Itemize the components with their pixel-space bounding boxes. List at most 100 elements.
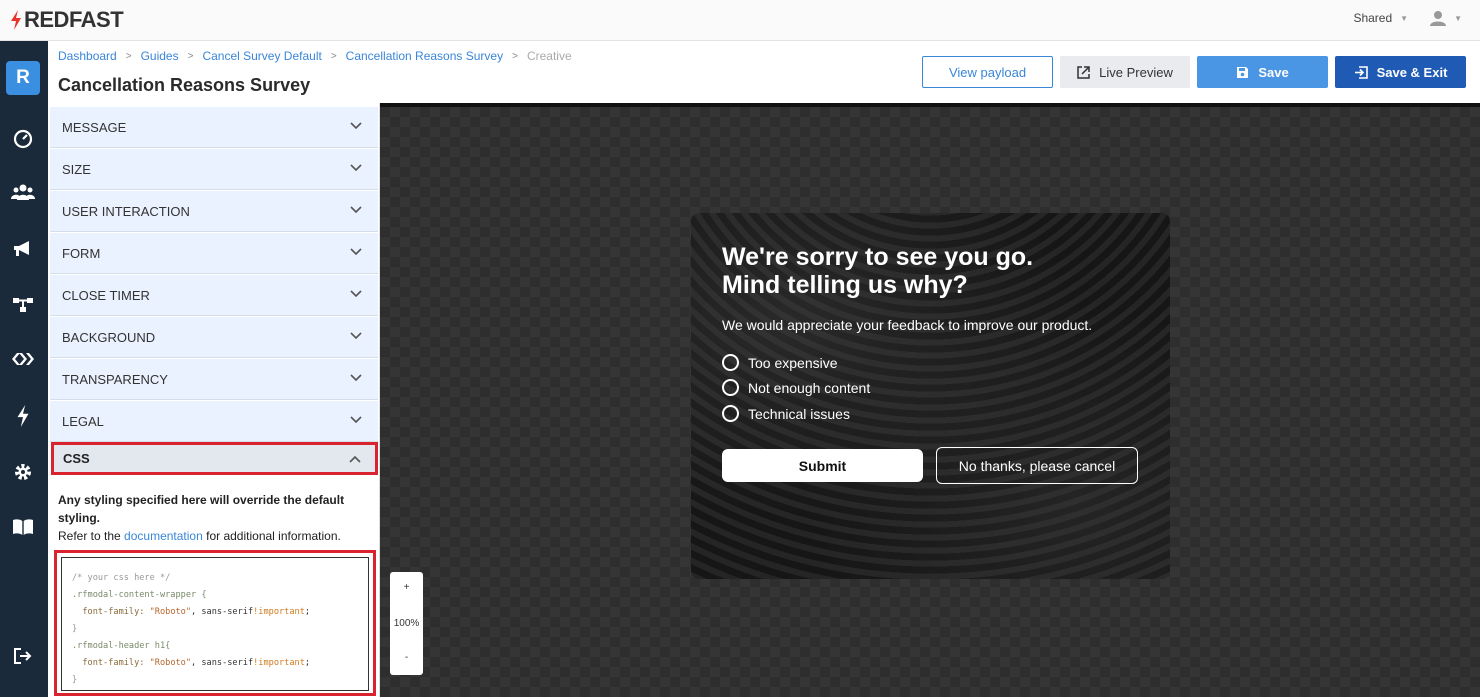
accordion-size[interactable]: SIZE (50, 149, 378, 190)
option-label: Technical issues (748, 405, 850, 422)
zoom-out-button[interactable]: - (390, 652, 423, 663)
documentation-link[interactable]: documentation (124, 529, 203, 543)
css-editor-highlight: /* your css here */ .rfmodal-content-wra… (54, 550, 376, 696)
brand-logo[interactable]: REDFAST (10, 7, 124, 33)
chevrons-icon[interactable] (10, 346, 36, 372)
logout-icon[interactable] (10, 643, 36, 669)
css-code-editor[interactable]: /* your css here */ .rfmodal-content-wra… (61, 557, 369, 691)
radio-icon[interactable] (722, 379, 739, 396)
refer-suffix: for additional information. (202, 529, 341, 543)
gear-icon[interactable] (10, 459, 36, 485)
caret-down-icon[interactable]: ▼ (1400, 14, 1408, 23)
accordion-form[interactable]: FORM (50, 233, 378, 274)
code-value: , sans-serif (191, 607, 254, 617)
radio-icon[interactable] (722, 354, 739, 371)
exit-icon (1354, 65, 1368, 79)
chevron-down-icon (350, 206, 362, 214)
breadcrumb-cancellation-reasons-survey[interactable]: Cancellation Reasons Survey (346, 49, 503, 63)
accordion-label: BACKGROUND (62, 329, 156, 345)
settings-panel: MESSAGE SIZE USER INTERACTION FORM CLOSE… (48, 103, 380, 697)
survey-modal: We're sorry to see you go. Mind telling … (691, 213, 1170, 579)
code-brace: } (72, 624, 78, 634)
code-property: font-family: (82, 658, 150, 668)
breadcrumb-separator-icon: > (512, 50, 518, 62)
code-string: "Roboto" (149, 607, 192, 617)
external-link-icon (1077, 65, 1090, 79)
accordion-label: SIZE (62, 161, 91, 177)
bolt-icon[interactable] (10, 403, 36, 429)
chevron-down-icon (350, 290, 362, 298)
page-header: Dashboard > Guides > Cancel Survey Defau… (48, 41, 1480, 103)
save-button[interactable]: Save (1197, 56, 1328, 88)
zoom-in-button[interactable]: + (390, 582, 423, 593)
bolt-logo-icon (11, 10, 21, 30)
top-bar: REDFAST Shared ▼ ▼ (0, 0, 1480, 41)
code-selector: .rfmodal-header h1{ (72, 641, 171, 651)
code-brace: } (72, 675, 78, 685)
code-important: !important (253, 658, 305, 668)
breadcrumb-separator-icon: > (125, 50, 132, 62)
modal-heading: We're sorry to see you go. Mind telling … (722, 243, 1142, 299)
breadcrumb-separator-icon: > (330, 50, 337, 62)
breadcrumb-cancel-survey-default[interactable]: Cancel Survey Default (202, 49, 321, 63)
accordion-transparency[interactable]: TRANSPARENCY (50, 359, 378, 400)
code-property: font-family: (82, 607, 150, 617)
accordion-message[interactable]: MESSAGE (50, 107, 378, 148)
accordion-label: USER INTERACTION (62, 203, 190, 219)
accordion-label: CLOSE TIMER (62, 287, 150, 303)
save-and-exit-label: Save & Exit (1376, 64, 1448, 80)
save-and-exit-button[interactable]: Save & Exit (1335, 56, 1466, 88)
accordion-background[interactable]: BACKGROUND (50, 317, 378, 358)
modal-heading-line-1: We're sorry to see you go. (722, 243, 1034, 271)
megaphone-icon[interactable] (10, 236, 36, 262)
user-caret-down-icon[interactable]: ▼ (1454, 14, 1462, 23)
css-override-note: Any styling specified here will override… (58, 493, 345, 525)
breadcrumb-dashboard[interactable]: Dashboard (58, 49, 117, 63)
accordion-label: FORM (62, 245, 101, 261)
zoom-level: 100% (393, 618, 420, 629)
radio-icon[interactable] (722, 405, 739, 422)
chevron-down-icon (350, 248, 362, 256)
speedometer-icon[interactable] (10, 125, 36, 151)
floppy-disk-icon (1237, 66, 1249, 78)
chevron-down-icon (350, 332, 362, 340)
chevron-down-icon (350, 122, 362, 130)
accordion-css[interactable]: CSS (51, 442, 378, 475)
option-label: Too expensive (748, 354, 838, 371)
option-label: Not enough content (748, 379, 871, 396)
breadcrumb: Dashboard > Guides > Cancel Survey Defau… (58, 49, 572, 63)
left-nav-rail: R (0, 41, 48, 697)
live-preview-label: Live Preview (1099, 64, 1173, 80)
css-description: Any styling specified here will override… (58, 491, 368, 545)
option-not-enough-content[interactable]: Not enough content (722, 379, 870, 396)
user-icon[interactable] (1430, 10, 1447, 26)
page-title: Cancellation Reasons Survey (58, 75, 311, 95)
flow-icon[interactable] (10, 292, 36, 318)
users-icon[interactable] (10, 179, 36, 205)
chevron-down-icon (350, 164, 362, 172)
code-value: , sans-serif (191, 658, 254, 668)
code-important: !important (253, 607, 305, 617)
breadcrumb-guides[interactable]: Guides (141, 49, 179, 63)
chevron-down-icon (350, 374, 362, 382)
option-too-expensive[interactable]: Too expensive (722, 354, 838, 371)
account-avatar[interactable]: R (6, 61, 40, 95)
live-preview-button[interactable]: Live Preview (1060, 56, 1190, 88)
accordion-user-interaction[interactable]: USER INTERACTION (50, 191, 378, 232)
zoom-control: + 100% - (390, 572, 423, 675)
code-semicolon: ; (304, 658, 311, 668)
option-technical-issues[interactable]: Technical issues (722, 405, 850, 422)
cancel-button[interactable]: No thanks, please cancel (936, 447, 1138, 484)
modal-subtext: We would appreciate your feedback to imp… (722, 317, 1093, 333)
book-icon[interactable] (10, 514, 36, 540)
accordion-close-timer[interactable]: CLOSE TIMER (50, 275, 378, 316)
view-payload-button[interactable]: View payload (922, 56, 1053, 88)
modal-heading-line-2: Mind telling us why? (722, 271, 968, 299)
accordion-label: CSS (63, 451, 90, 466)
submit-button[interactable]: Submit (722, 449, 923, 482)
chevron-down-icon (350, 416, 362, 424)
code-selector: .rfmodal-content-wrapper { (72, 590, 207, 600)
workspace-selector[interactable]: Shared (1353, 11, 1392, 25)
accordion-legal[interactable]: LEGAL (50, 401, 378, 442)
view-payload-label: View payload (948, 64, 1027, 80)
